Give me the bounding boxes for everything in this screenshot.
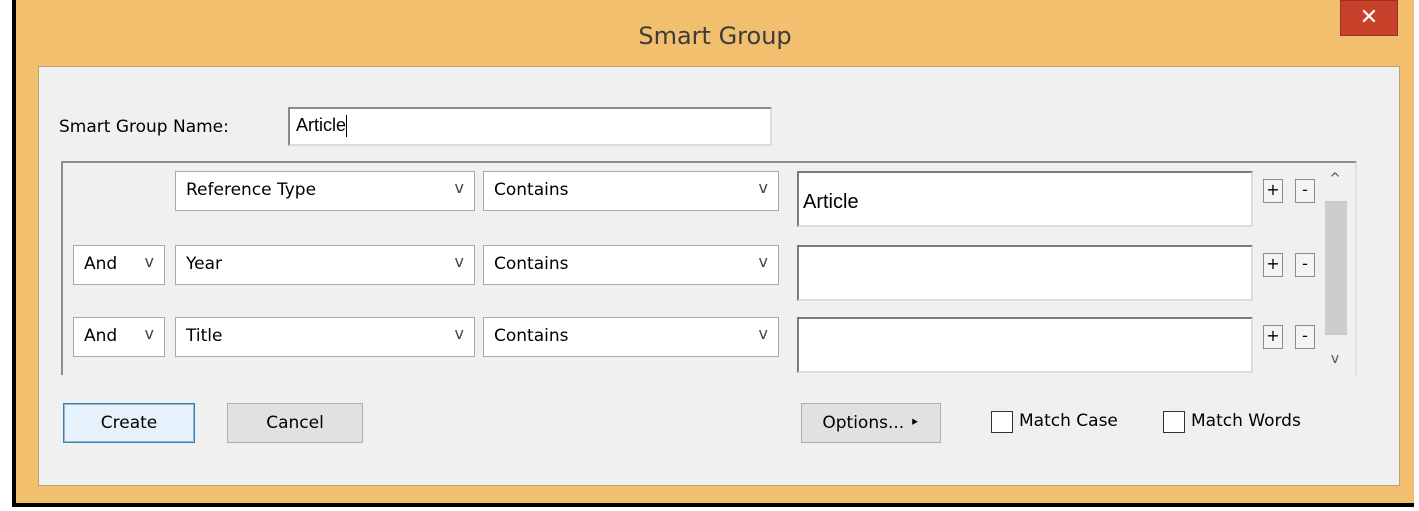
- remove-row-button[interactable]: -: [1295, 253, 1315, 277]
- operator-select-2[interactable]: Contains v: [483, 245, 779, 285]
- cancel-button[interactable]: Cancel: [227, 403, 363, 443]
- remove-row-button[interactable]: -: [1295, 325, 1315, 349]
- connector-select-3[interactable]: And v: [73, 317, 165, 357]
- add-row-button[interactable]: +: [1263, 325, 1283, 349]
- match-words-checkbox[interactable]: [1163, 411, 1185, 433]
- match-case-checkbox[interactable]: [991, 411, 1013, 433]
- chevron-down-icon: v: [454, 178, 464, 197]
- chevron-down-icon: v: [454, 252, 464, 271]
- text-caret: [346, 115, 348, 138]
- chevron-down-icon: v: [454, 324, 464, 343]
- connector-select-2[interactable]: And v: [73, 245, 165, 285]
- field-select-2[interactable]: Year v: [175, 245, 475, 285]
- dialog-title: Smart Group: [638, 22, 792, 50]
- chevron-down-icon: v: [758, 178, 768, 197]
- field-select-1-value: Reference Type: [186, 180, 317, 200]
- smart-group-name-label: Smart Group Name:: [59, 117, 229, 137]
- chevron-down-icon: v: [758, 252, 768, 271]
- connector-select-3-value: And: [84, 326, 118, 346]
- scroll-thumb[interactable]: [1325, 201, 1347, 335]
- name-input-value: Article: [296, 115, 347, 135]
- operator-select-3-value: Contains: [494, 326, 569, 346]
- match-words-label: Match Words: [1191, 411, 1301, 431]
- value-input-1[interactable]: Article: [797, 171, 1253, 227]
- field-select-3-value: Title: [186, 326, 223, 346]
- add-row-button[interactable]: +: [1263, 253, 1283, 277]
- chevron-down-icon: v: [758, 324, 768, 343]
- operator-select-1[interactable]: Contains v: [483, 171, 779, 211]
- operator-select-3[interactable]: Contains v: [483, 317, 779, 357]
- close-button[interactable]: ✕: [1340, 0, 1398, 36]
- operator-select-2-value: Contains: [494, 254, 569, 274]
- chevron-down-icon: v: [144, 324, 154, 343]
- dialog-body: Smart Group Name: Article Reference Type…: [38, 66, 1400, 486]
- scroll-down-icon[interactable]: v: [1319, 347, 1351, 371]
- smart-group-dialog: Smart Group ✕ Smart Group Name: Article …: [12, 0, 1414, 507]
- value-input-2[interactable]: [797, 245, 1253, 301]
- connector-select-2-value: And: [84, 254, 118, 274]
- create-button[interactable]: Create: [63, 403, 195, 443]
- criteria-panel: Reference Type v Contains v Article + - …: [61, 161, 1357, 375]
- smart-group-name-input[interactable]: Article: [288, 107, 772, 146]
- scroll-up-icon[interactable]: ^: [1319, 167, 1351, 191]
- match-case-label: Match Case: [1019, 411, 1118, 431]
- options-button[interactable]: Options... ‣: [801, 403, 941, 443]
- chevron-down-icon: v: [144, 252, 154, 271]
- criteria-scrollbar[interactable]: ^ v: [1319, 167, 1351, 373]
- operator-select-1-value: Contains: [494, 180, 569, 200]
- field-select-2-value: Year: [186, 254, 222, 274]
- field-select-3[interactable]: Title v: [175, 317, 475, 357]
- add-row-button[interactable]: +: [1263, 179, 1283, 203]
- field-select-1[interactable]: Reference Type v: [175, 171, 475, 211]
- remove-row-button[interactable]: -: [1295, 179, 1315, 203]
- value-input-3[interactable]: [797, 317, 1253, 373]
